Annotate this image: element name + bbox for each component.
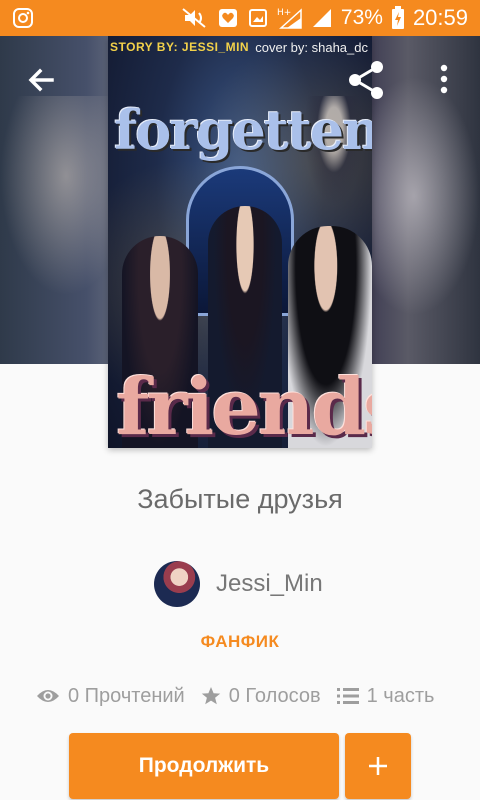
share-icon (349, 61, 383, 99)
more-options-button[interactable] (426, 58, 462, 102)
list-icon (336, 688, 359, 704)
votes-count: 0 Голосов (228, 684, 321, 707)
reads-stat: 0 Прочтений (36, 685, 185, 708)
story-details-screen: H+ 73% 20:59 STORY BY: JESSI_MIN cover b… (0, 0, 480, 800)
arrow-left-icon (28, 68, 54, 92)
add-to-library-button[interactable] (345, 733, 411, 799)
clock: 20:59 (412, 5, 468, 30)
share-button[interactable] (344, 58, 388, 102)
star-icon (201, 687, 220, 705)
story-title: Забытые друзья (137, 484, 343, 514)
app-toolbar (0, 36, 480, 120)
battery-percent: 73% (340, 6, 383, 29)
heart-notification-icon (218, 9, 237, 27)
svg-text:H+: H+ (277, 8, 291, 18)
continue-reading-button[interactable]: Продолжить (69, 733, 339, 799)
status-bar: H+ 73% 20:59 (0, 0, 480, 36)
instagram-icon (13, 8, 33, 28)
parts-stat: 1 часть (336, 684, 435, 708)
parts-count: 1 часть (366, 684, 435, 707)
reads-count: 0 Прочтений (68, 684, 185, 707)
back-button[interactable] (22, 60, 62, 100)
network-h-plus-icon: H+ (277, 8, 302, 29)
category-label[interactable]: ФАНФИК (0, 632, 480, 652)
more-vertical-icon (440, 64, 448, 94)
cover-title-word: friends (116, 362, 372, 448)
author-link[interactable]: Jessi_Min (154, 560, 323, 608)
votes-stat: 0 Голосов (201, 685, 321, 708)
author-avatar (154, 561, 200, 607)
eye-icon (37, 690, 59, 702)
screenshot-icon (248, 9, 267, 27)
battery-charging-icon (391, 6, 404, 29)
story-stats: 0 Прочтений 0 Голосов 1 часть (36, 680, 434, 712)
mute-icon (182, 8, 206, 28)
plus-icon (369, 757, 387, 775)
signal-icon (312, 9, 331, 27)
author-name: Jessi_Min (216, 570, 323, 597)
